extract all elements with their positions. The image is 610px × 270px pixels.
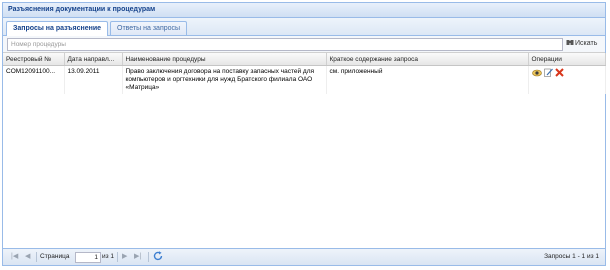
- first-page-icon[interactable]: |◀: [11, 251, 18, 263]
- pager-separator: [148, 252, 149, 262]
- requests-table: Реестровый № Дата направл... Наименовани…: [3, 53, 606, 94]
- page-number-input[interactable]: 1: [75, 252, 101, 263]
- last-page-icon[interactable]: ▶|: [134, 251, 141, 263]
- tab-clarification-requests[interactable]: Запросы на разъяснение: [6, 21, 109, 36]
- column-header-operations[interactable]: Операции: [528, 53, 606, 66]
- column-header-reg-number[interactable]: Реестровый №: [3, 53, 65, 66]
- operations-cell: [528, 65, 606, 94]
- date-cell: 13.09.2011: [64, 65, 123, 94]
- refresh-icon[interactable]: [153, 251, 163, 263]
- pager-separator: [36, 252, 37, 262]
- delete-icon[interactable]: [554, 68, 564, 80]
- next-page-icon[interactable]: ▶: [122, 251, 127, 263]
- table-header-row: Реестровый № Дата направл... Наименовани…: [3, 53, 606, 66]
- table-row[interactable]: COM12091100... 13.09.2011 Право заключен…: [3, 65, 606, 94]
- view-icon[interactable]: [531, 69, 542, 80]
- paging-status: Запросы 1 - 1 из 1: [544, 253, 599, 260]
- column-header-summary[interactable]: Краткое содержание запроса: [326, 53, 529, 66]
- search-button[interactable]: Искать: [566, 38, 597, 50]
- tab-answers[interactable]: Ответы на запросы: [110, 21, 188, 35]
- procedure-number-input[interactable]: [7, 38, 563, 51]
- paging-toolbar: |◀ ◀ Страница 1 из 1 ▶ ▶| Запросы 1 - 1 …: [3, 248, 605, 265]
- column-header-date[interactable]: Дата направл...: [64, 53, 123, 66]
- reg-number-cell: COM12091100...: [3, 65, 65, 94]
- search-bar: Искать: [3, 36, 605, 53]
- clarifications-panel: Разъяснения документации к процедурам За…: [2, 2, 606, 266]
- pager-separator: [117, 252, 118, 262]
- column-header-procedure-name[interactable]: Наименование процедуры: [122, 53, 327, 66]
- procedure-name-cell: Право заключения договора на поставку за…: [122, 65, 327, 94]
- prev-page-icon[interactable]: ◀: [25, 251, 30, 263]
- search-icon: [566, 40, 574, 46]
- search-button-label: Искать: [575, 40, 598, 47]
- page-count-label: из 1: [102, 253, 115, 260]
- panel-title: Разъяснения документации к процедурам: [3, 3, 605, 18]
- summary-cell: см. приложенный: [326, 65, 529, 94]
- tab-strip: Запросы на разъяснение Ответы на запросы: [3, 18, 605, 36]
- page-label: Страница: [40, 253, 70, 260]
- edit-icon[interactable]: [543, 68, 553, 80]
